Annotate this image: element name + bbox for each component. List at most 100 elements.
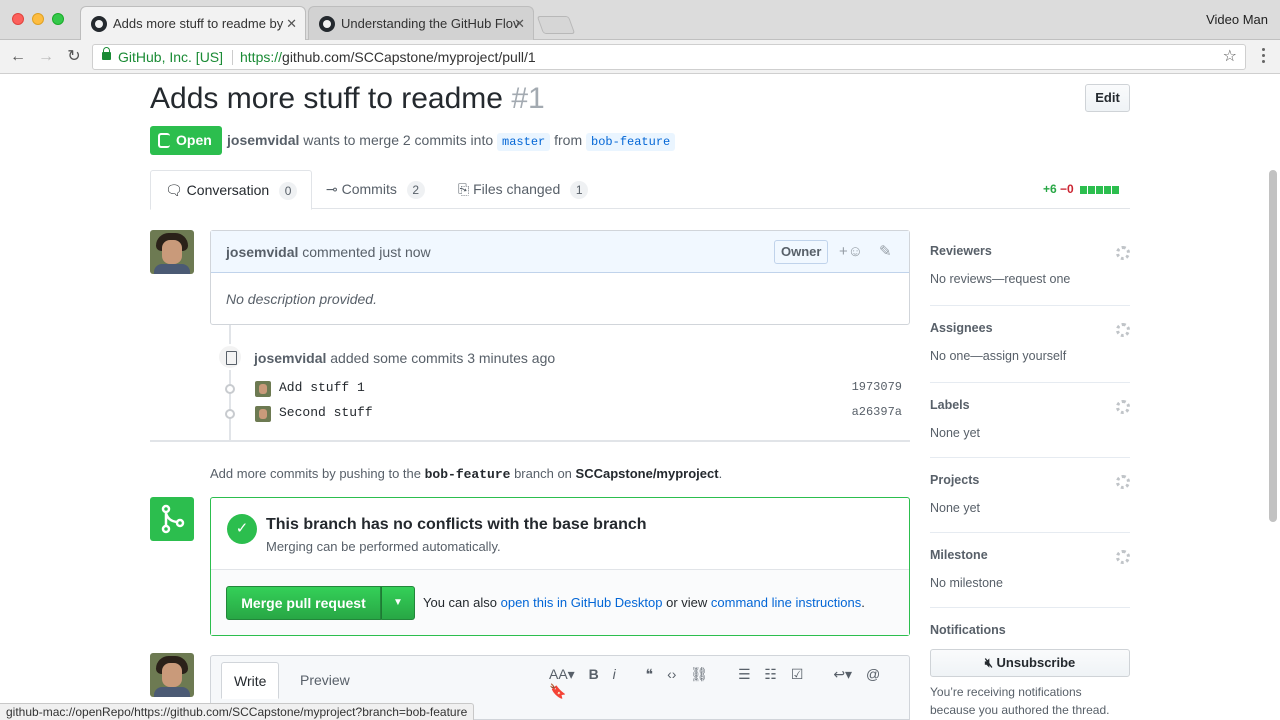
edit-title-button[interactable]: Edit (1085, 84, 1130, 112)
check-icon: ✓ (227, 514, 257, 544)
comment-discussion-icon: 🗨 (165, 182, 183, 198)
bookmark-icon[interactable]: 🔖 (549, 683, 566, 700)
commit-message[interactable]: Add stuff 1 (279, 380, 365, 395)
repo-push-icon (217, 344, 243, 370)
gear-icon[interactable] (1116, 550, 1130, 564)
timeline-divider (150, 440, 910, 442)
tab-write[interactable]: Write (221, 662, 280, 699)
git-pull-request-icon (158, 133, 170, 148)
task-list-icon[interactable]: ☑ (791, 666, 804, 683)
link-icon[interactable]: ⛓ (690, 666, 708, 683)
pencil-icon[interactable]: ✎ (879, 231, 892, 273)
browser-tab-active[interactable]: Adds more stuff to readme by ✕ (80, 6, 306, 40)
merge-title: This branch has no conflicts with the ba… (266, 516, 647, 533)
tab-files-changed[interactable]: ⎘ Files changed 1 (444, 170, 602, 209)
scrollbar[interactable] (1269, 170, 1277, 522)
sidebar-value: None yet (930, 501, 981, 515)
unordered-list-icon[interactable]: ☰ (738, 666, 751, 683)
additions-count: +6 (1043, 182, 1057, 196)
browser-tab-inactive[interactable]: Understanding the GitHub Flov ✕ (308, 6, 534, 40)
hint-branch: bob-feature (424, 467, 511, 482)
git-commit-icon (225, 384, 235, 394)
bookmark-star-icon[interactable]: ☆ (1223, 45, 1237, 69)
comment-action: commented just now (302, 244, 431, 260)
tab-commits[interactable]: ⊸ Commits 2 (312, 170, 439, 209)
base-branch[interactable]: master (497, 133, 551, 151)
gear-icon[interactable] (1116, 246, 1130, 260)
profile-name[interactable]: Video Man (1206, 12, 1268, 27)
comment-author[interactable]: josemvidal (226, 244, 298, 260)
sidebar-heading[interactable]: Assignees (930, 321, 1130, 335)
avatar[interactable] (255, 406, 271, 422)
reply-icon[interactable]: ↩▾ (833, 666, 852, 683)
code-icon[interactable]: ‹› (667, 666, 676, 682)
commit-message[interactable]: Second stuff (279, 405, 373, 420)
add-reaction-icon[interactable]: +☺ (839, 231, 863, 273)
minimize-window-button[interactable] (32, 13, 44, 25)
event-author[interactable]: josemvidal (254, 350, 326, 366)
commit-sha[interactable]: a26397a (852, 405, 902, 419)
command-line-link[interactable]: command line instructions (711, 595, 861, 610)
tab-conversation[interactable]: 🗨 Conversation 0 (150, 170, 313, 210)
merge-pull-request-button[interactable]: Merge pull request (226, 586, 381, 620)
address-bar[interactable]: GitHub, Inc. [US] https://github.com/SCC… (92, 44, 1246, 70)
sidebar-notifications: Notifications (930, 623, 1130, 637)
comment-header: josemvidal commented just now Owner +☺ ✎ (211, 231, 909, 273)
pr-title: Adds more stuff to readme (150, 82, 503, 115)
gear-icon[interactable] (1116, 475, 1130, 489)
text-size-icon[interactable]: AA▾ (549, 666, 575, 683)
forward-arrow-icon[interactable]: → (35, 46, 57, 68)
sidebar-value: No reviews—request one (930, 272, 1071, 286)
mention-icon[interactable]: @ (866, 666, 880, 682)
diffstat[interactable]: +6 −0 (1043, 182, 1120, 197)
push-hint: Add more commits by pushing to the bob-f… (210, 466, 722, 482)
tab-close-icon[interactable]: ✕ (514, 7, 525, 40)
tab-preview[interactable]: Preview (288, 662, 362, 698)
avatar[interactable] (255, 381, 271, 397)
sidebar-heading[interactable]: Projects (930, 473, 1130, 487)
merge-note: You can also open this in GitHub Desktop… (423, 595, 865, 610)
merge-method-dropdown[interactable]: ▼ (381, 586, 415, 620)
sidebar-heading[interactable]: Reviewers (930, 244, 1130, 258)
meta-text: wants to merge 2 commits into (303, 132, 494, 148)
sidebar-heading[interactable]: Labels (930, 398, 1130, 412)
avatar[interactable] (150, 230, 194, 274)
pr-number: #1 (511, 82, 545, 115)
back-arrow-icon[interactable]: ← (7, 46, 29, 68)
maximize-window-button[interactable] (52, 13, 64, 25)
merge-box: ✓ This branch has no conflicts with the … (210, 497, 910, 636)
bold-icon[interactable]: B (589, 666, 599, 682)
commit-sha[interactable]: 1973079 (852, 380, 902, 394)
avatar[interactable] (150, 653, 194, 697)
comment-body: No description provided. (226, 291, 377, 307)
commits-event: josemvidal added some commits 3 minutes … (254, 350, 555, 366)
merge-subtitle: Merging can be performed automatically. (266, 539, 501, 554)
sidebar-heading: Notifications (930, 623, 1006, 637)
hint-text: branch on (514, 466, 572, 481)
ordered-list-icon[interactable]: ☷ (764, 666, 777, 683)
browser-tab-title: Understanding the GitHub Flov (341, 16, 520, 31)
merge-actions: Merge pull request ▼ You can also open t… (211, 570, 909, 635)
commit-row: Second stuff a26397a (222, 403, 910, 425)
new-tab-button[interactable] (536, 16, 576, 34)
browser-menu-icon[interactable] (1262, 48, 1266, 66)
browser-tabstrip: Adds more stuff to readme by ✕ Understan… (0, 0, 1280, 40)
tab-close-icon[interactable]: ✕ (286, 7, 297, 40)
close-window-button[interactable] (12, 13, 24, 25)
triangle-down-icon: ▼ (393, 597, 403, 608)
italic-icon[interactable]: i (613, 666, 616, 682)
tab-label: Conversation (186, 182, 270, 198)
gear-icon[interactable] (1116, 323, 1130, 337)
mute-icon: 🔇︎ (984, 655, 993, 670)
head-branch[interactable]: bob-feature (586, 133, 676, 151)
url-text[interactable]: https://github.com/SCCapstone/myproject/… (240, 45, 536, 69)
author-link[interactable]: josemvidal (227, 132, 299, 148)
lock-icon (102, 47, 111, 60)
unsubscribe-button[interactable]: 🔇︎ Unsubscribe (930, 649, 1130, 677)
sidebar-heading[interactable]: Milestone (930, 548, 1130, 562)
gear-icon[interactable] (1116, 400, 1130, 414)
reload-icon[interactable]: ↻ (63, 46, 85, 68)
quote-icon[interactable]: ❝ (646, 666, 654, 683)
open-desktop-link[interactable]: open this in GitHub Desktop (501, 595, 663, 610)
unsubscribe-label: Unsubscribe (996, 655, 1076, 670)
